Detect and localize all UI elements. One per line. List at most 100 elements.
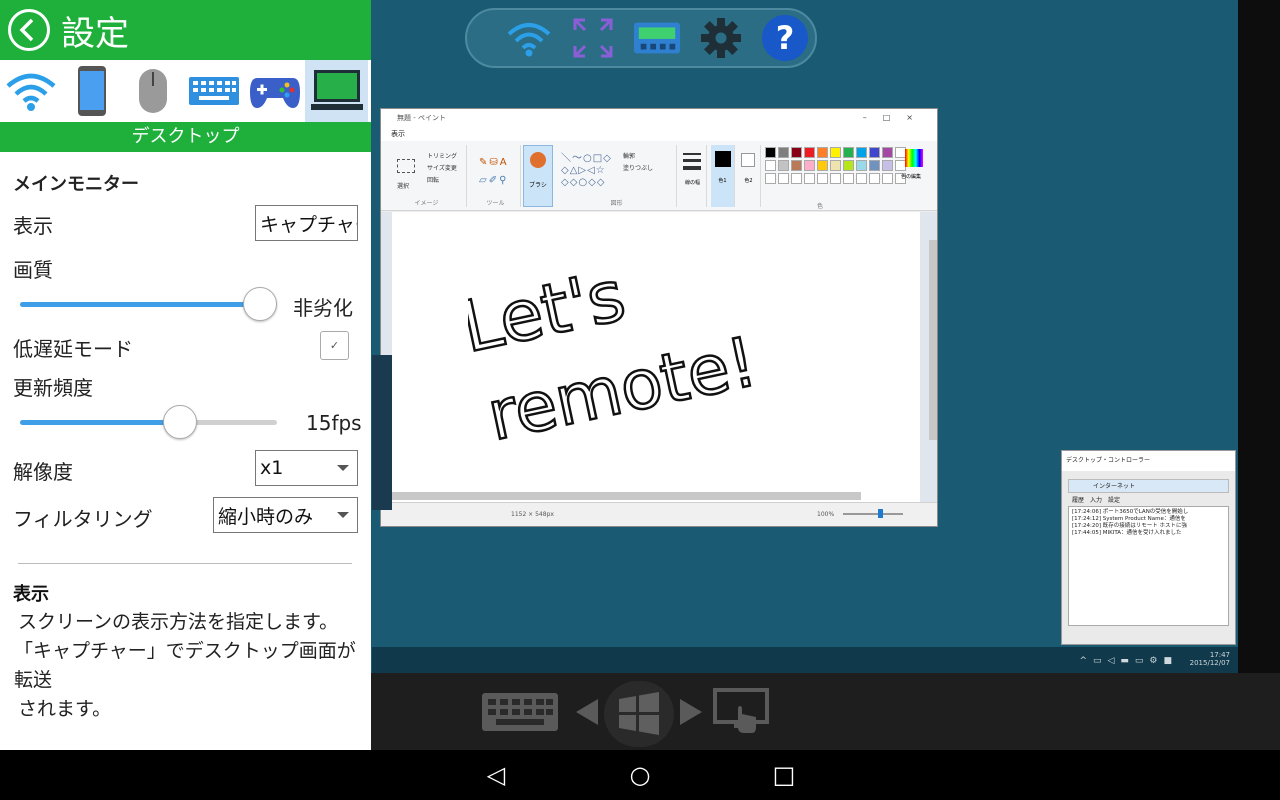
brush-button[interactable]: ブラシ [523, 145, 553, 207]
paint-ribbon: 選択 トリミング サイズ変更 回転 イメージ ✎⛁A ▱✐⚲ ツール ブラシ ＼… [381, 141, 937, 211]
recent-apps-button[interactable]: □ [771, 761, 797, 789]
help-line: スクリーンの表示方法を指定します。 [18, 611, 339, 633]
rotate-label: 回転 [427, 177, 440, 184]
tab-desktop[interactable] [305, 60, 368, 122]
slider-fill [20, 302, 260, 307]
display-select[interactable]: キャプチャー [255, 205, 358, 241]
resolution-label: 解像度 [13, 460, 73, 484]
slider-thumb[interactable] [162, 405, 197, 439]
resolution-select[interactable]: x1 [255, 450, 358, 486]
low-latency-checkbox[interactable]: ✓ [320, 331, 349, 360]
desktop-icon [310, 70, 363, 110]
tab-gamepad[interactable] [244, 60, 305, 122]
zoom-slider[interactable] [843, 513, 903, 515]
outline-label: 輪郭 [623, 153, 636, 160]
handwriting: Let's remote! [468, 270, 758, 450]
windows-taskbar[interactable]: ^▭◁▬▭⚙■ 17:47 2015/12/07 [372, 647, 1238, 673]
quality-label: 画質 [13, 258, 53, 282]
wifi-icon[interactable] [505, 14, 553, 62]
main-monitor-heading: メインモニター [13, 174, 139, 195]
shapes-gallery[interactable]: ＼〜○□◇ ◇△▷◁☆ ◇◇○◇◇ [561, 153, 612, 189]
divider [18, 563, 352, 564]
select-label: 選択 [397, 183, 410, 190]
help-icon[interactable]: ? [761, 14, 809, 62]
log-line: [17:24:06] ポート3650でLANの受信を開始し [1072, 509, 1189, 515]
paint-window-buttons[interactable]: –□× [863, 109, 929, 127]
keyboard-icon[interactable] [480, 691, 560, 733]
quality-slider[interactable] [20, 287, 277, 321]
line-width-icon-3 [683, 166, 701, 170]
tab-keyboard[interactable] [183, 60, 244, 122]
filtering-select[interactable]: 縮小時のみ [213, 497, 358, 533]
home-button[interactable]: ○ [627, 761, 653, 789]
left-arrow-icon[interactable] [576, 699, 598, 725]
help-title: 表示 [13, 584, 49, 605]
color2-label: 色2 [744, 178, 753, 184]
mouse-icon [138, 69, 167, 113]
gamepad-icon [249, 78, 300, 108]
back-icon[interactable] [7, 8, 51, 52]
tab-wifi[interactable] [0, 60, 61, 122]
fullscreen-icon[interactable] [569, 14, 617, 62]
tab-mouse[interactable] [122, 60, 183, 122]
group-label-tools: ツール [486, 200, 505, 207]
settings-header: 設定 [0, 0, 371, 60]
help-glyph: ? [762, 15, 808, 61]
ribbon-group-tools[interactable]: ✎⛁A ▱✐⚲ ツール [471, 145, 521, 207]
controller-tab-label: インターネット [1093, 483, 1136, 490]
refresh-slider[interactable] [20, 405, 277, 439]
color2-button[interactable]: 色2 [737, 145, 761, 207]
group-label-shapes: 図形 [610, 200, 623, 207]
low-latency-label: 低遅延モード [13, 337, 133, 361]
log-line: [17:24:12] System Product Name：通信を [1072, 516, 1186, 522]
pencil-icon: ✎⛁A [479, 157, 509, 168]
color1-button[interactable]: 色1 [711, 145, 735, 207]
zoom-slider-thumb[interactable] [878, 509, 883, 518]
ribbon-group-shapes[interactable]: ＼〜○□◇ ◇△▷◁☆ ◇◇○◇◇ 輪郭 塗りつぶし 図形 [557, 145, 677, 207]
filtering-value: 縮小時のみ [218, 505, 314, 528]
controller-tab[interactable]: インターネット [1068, 479, 1229, 493]
windows-icon [619, 692, 659, 735]
paint-horizontal-scrollbar[interactable] [391, 492, 861, 500]
group-label-image: イメージ [414, 200, 439, 207]
gear-icon[interactable] [697, 14, 745, 62]
system-tray-clock[interactable]: 17:47 2015/12/07 [1190, 651, 1230, 667]
tab-phone[interactable] [61, 60, 122, 122]
edit-colors-icon[interactable] [905, 149, 923, 167]
log-line: [17:24:20] 既存の接続はリモート ホストに強 [1072, 523, 1187, 529]
gamepad-icon[interactable] [633, 14, 681, 62]
group-label-colors: 色 [817, 203, 824, 210]
line-width-icon [683, 153, 701, 155]
line-width-button[interactable]: 線の幅 [679, 145, 707, 207]
controller-window[interactable]: デスクトップ・コントローラー インターネット 履歴 入力 設定 [17:24:0… [1061, 450, 1236, 645]
device-tabs [0, 60, 371, 122]
ribbon-group-image[interactable]: 選択 トリミング サイズ変更 回転 イメージ [387, 145, 467, 207]
paint-title-bar: 無題 - ペイント –□× [381, 109, 937, 127]
touch-monitor-icon[interactable] [712, 687, 770, 737]
color-palette[interactable] [765, 147, 906, 184]
select-icon [397, 159, 415, 173]
check-icon: ✓ [329, 339, 340, 352]
brush-icon [530, 152, 546, 168]
windows-button[interactable] [604, 681, 674, 747]
paint-vertical-scrollbar[interactable] [929, 240, 937, 440]
system-tray-icons[interactable]: ^▭◁▬▭⚙■ [1079, 656, 1178, 666]
chevron-down-icon [337, 465, 349, 471]
log-line: [17:44:05] MIKITA：通信を受け入れました [1072, 530, 1182, 536]
home-icon: ○ [629, 761, 651, 789]
resize-label: サイズ変更 [427, 165, 457, 172]
slider-thumb[interactable] [243, 287, 277, 321]
right-arrow-icon[interactable] [680, 699, 702, 725]
back-button[interactable]: ◁ [483, 761, 509, 789]
taskbar-time: 17:47 [1209, 651, 1230, 659]
eraser-icon: ▱✐⚲ [479, 175, 509, 186]
color1-label: 色1 [718, 178, 727, 184]
brush-label: ブラシ [529, 182, 547, 189]
width-label: 線の幅 [684, 180, 700, 186]
controller-menu[interactable]: 履歴 入力 設定 [1072, 495, 1225, 504]
right-edge [1238, 0, 1280, 750]
paint-ribbon-tab[interactable]: 表示 [381, 127, 937, 141]
section-title: デスクトップ [0, 122, 371, 152]
keyboard-icon [188, 77, 239, 105]
quality-value: 非劣化 [293, 296, 353, 320]
